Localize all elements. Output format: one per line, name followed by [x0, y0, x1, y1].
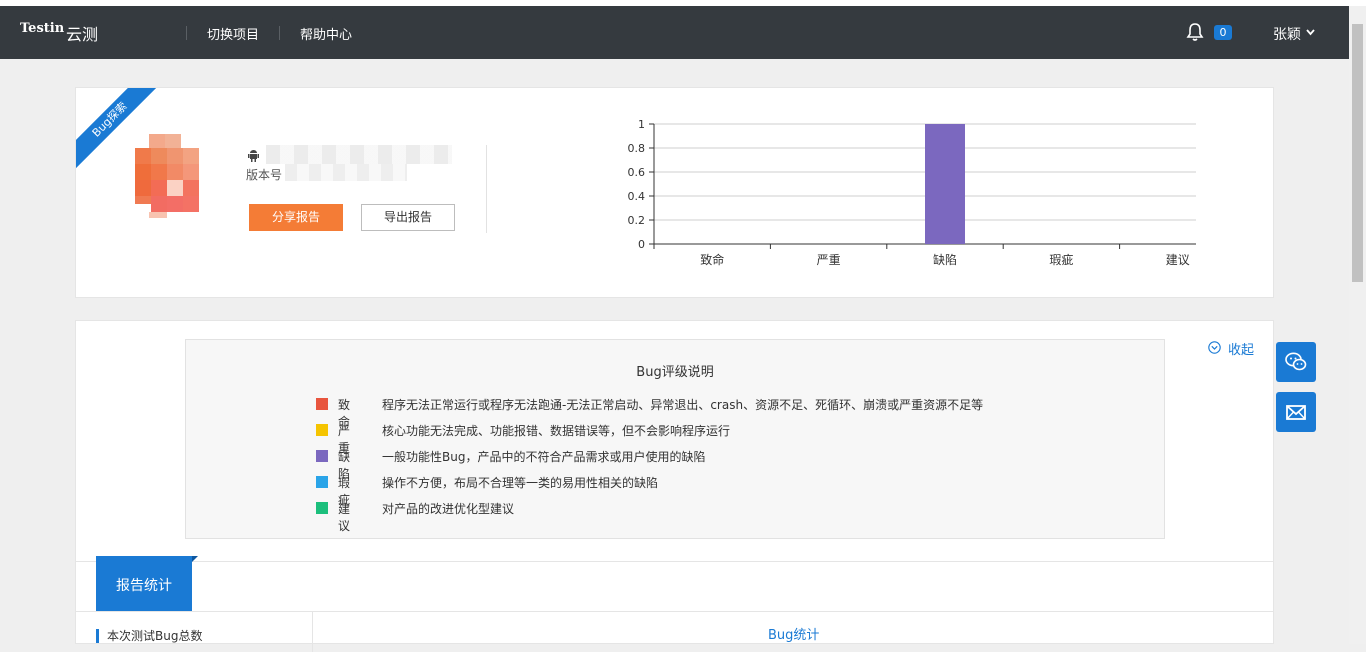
total-bugs-label: 本次测试Bug总数 — [96, 629, 202, 643]
fatal-color-swatch — [316, 398, 328, 410]
collapse-link[interactable]: 收起 — [1228, 339, 1254, 358]
email-button[interactable] — [1276, 392, 1316, 432]
legend-desc: 对产品的改进优化型建议 — [382, 502, 515, 516]
legend-desc: 操作不方便，布局不合理等一类的易用性相关的缺陷 — [382, 476, 659, 490]
severe-color-swatch — [316, 424, 328, 436]
wechat-icon — [1285, 352, 1307, 371]
x-tick-label: 建议 — [1166, 253, 1190, 267]
x-tick-label: 致命 — [700, 252, 724, 267]
suggestion-color-swatch — [316, 502, 328, 514]
y-tick-label: 0.2 — [628, 214, 646, 227]
user-menu[interactable]: 张颖 — [1273, 24, 1301, 44]
nav-switch-project[interactable]: 切换项目 — [207, 24, 259, 43]
legend-title: Bug评级说明 — [636, 365, 714, 380]
report-summary-card: Bug探索 版本号 分享报告 导出报告 1 0.8 0.6 0.4 0.2 0 … — [75, 87, 1274, 298]
summary-divider — [486, 145, 487, 233]
chart-bar — [925, 124, 965, 244]
scrollbar-thumb[interactable] — [1352, 24, 1363, 282]
top-navbar: Testin 云测 切换项目 帮助中心 0 张颖 — [0, 6, 1366, 59]
nav-divider — [186, 26, 187, 40]
android-icon — [248, 150, 259, 162]
brand-name[interactable]: 云测 — [66, 21, 98, 45]
column-divider — [312, 612, 313, 652]
testin-logo[interactable]: Testin — [20, 21, 64, 36]
legend-name: 建议 — [338, 502, 351, 533]
version-value-blurred — [285, 164, 407, 181]
wechat-button[interactable] — [1276, 342, 1316, 382]
version-label: 版本号 — [246, 168, 283, 182]
nav-help-center[interactable]: 帮助中心 — [300, 24, 352, 43]
app-icon — [135, 134, 199, 218]
bug-detail-card: Bug评级说明 致命 程序无法正常运行或程序无法跑通-无法正常启动、异常退出、c… — [75, 320, 1274, 652]
y-tick-label: 0.8 — [628, 142, 646, 155]
y-tick-label: 0.4 — [628, 190, 646, 203]
y-tick-label: 0 — [638, 238, 645, 251]
mail-icon — [1286, 405, 1306, 420]
section-divider — [76, 611, 1273, 612]
share-report-button[interactable]: 分享报告 — [249, 204, 343, 231]
defect-color-swatch — [316, 450, 328, 462]
section-divider — [76, 561, 1273, 562]
legend-desc: 核心功能无法完成、功能报错、数据错误等，但不会影响程序运行 — [382, 424, 731, 438]
chevron-down-icon[interactable] — [1306, 29, 1315, 36]
tab-report-stats[interactable]: 报告统计 — [96, 556, 192, 612]
legend-desc: 一般功能性Bug，产品中的不符合产品需求或用户使用的缺陷 — [382, 450, 706, 464]
y-tick-label: 1 — [638, 118, 645, 131]
export-report-button[interactable]: 导出报告 — [361, 204, 455, 231]
tab-corner — [192, 556, 198, 562]
collapse-icon[interactable] — [1208, 341, 1221, 354]
x-tick-label: 缺陷 — [933, 252, 957, 267]
x-tick-label: 瑕疵 — [1049, 252, 1073, 267]
bell-icon[interactable] — [1186, 22, 1204, 42]
bug-level-legend: Bug评级说明 致命 程序无法正常运行或程序无法跑通-无法正常启动、异常退出、c… — [185, 339, 1165, 539]
flaw-color-swatch — [316, 476, 328, 488]
legend-desc: 程序无法正常运行或程序无法跑通-无法正常启动、异常退出、crash、资源不足、死… — [382, 398, 984, 412]
nav-divider — [279, 26, 280, 40]
app-name-blurred — [266, 145, 452, 164]
y-tick-label: 0.6 — [628, 166, 646, 179]
x-tick-label: 严重 — [817, 253, 841, 267]
bug-stat-title: Bug统计 — [768, 628, 820, 643]
bug-level-chart: 1 0.8 0.6 0.4 0.2 0 致命 严重 缺陷 瑕疵 建议 — [628, 118, 1196, 267]
notification-badge[interactable]: 0 — [1214, 25, 1232, 40]
